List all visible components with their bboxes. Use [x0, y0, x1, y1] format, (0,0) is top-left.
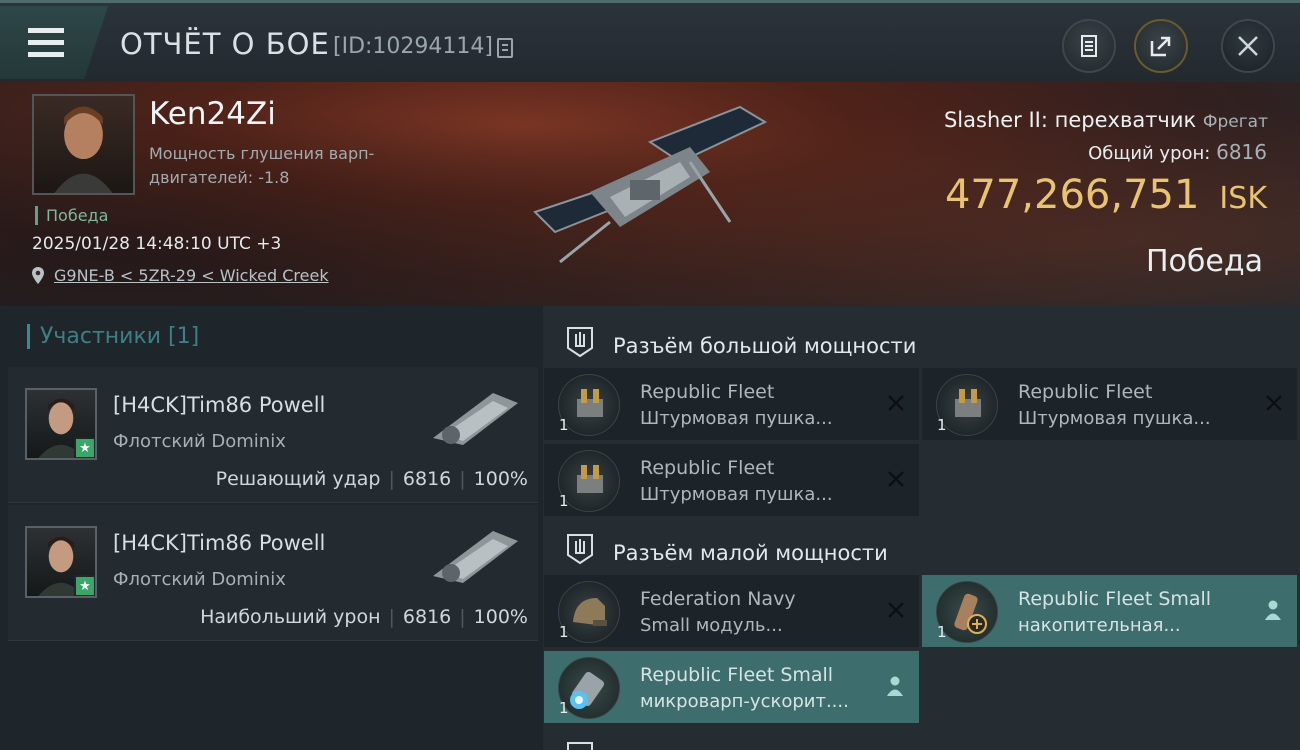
close-icon	[1238, 36, 1258, 56]
dropped-person-icon	[1265, 600, 1281, 620]
module-qty: 1	[559, 699, 569, 717]
result-badge: Победа	[35, 206, 108, 225]
kill-location[interactable]: G9NE-B < 5ZR-29 < Wicked Creek	[32, 266, 329, 285]
ship-render	[533, 105, 768, 264]
module-qty: 1	[937, 416, 947, 434]
close-button[interactable]	[1221, 19, 1275, 73]
result-label: Победа	[1146, 244, 1263, 279]
dominix-ship-icon	[433, 393, 518, 445]
module-name: Republic Fleet Small	[640, 664, 834, 686]
high-slot-icon	[567, 327, 593, 358]
hamburger-icon	[28, 28, 64, 64]
destroyed-x-icon	[888, 602, 904, 618]
participant-percent: 100%	[473, 468, 528, 490]
participant-card[interactable]: ★ [H4CK]Tim86 Powell Флотский Dominix На…	[8, 505, 538, 641]
participant-name: [H4CK]Tim86 Powell	[113, 531, 326, 555]
total-damage-label: Общий урон:	[1088, 143, 1211, 164]
module-item[interactable]: 1 Federation Navy Small модуль...	[544, 575, 919, 647]
total-damage-value: 6816	[1216, 140, 1267, 164]
participant-name: [H4CK]Tim86 Powell	[113, 393, 326, 417]
participant-stats: Наибольший урон | 6816 | 100%	[200, 606, 528, 628]
participant-ship: Флотский Dominix	[113, 569, 286, 590]
participants-panel: Участники [1] ★ [H4CK]Tim86 Powell Флотс…	[0, 306, 543, 750]
participant-role: Решающий удар	[215, 468, 381, 490]
kill-timestamp: 2025/01/28 14:48:10 UTC +3	[32, 234, 282, 254]
next-slot-header	[543, 731, 1300, 750]
participant-percent: 100%	[473, 606, 528, 628]
page-title: ОТЧЁТ О БОЕ	[120, 27, 330, 61]
low-slot-header: Разъём малой мощности	[543, 520, 1300, 576]
location-pin-icon	[32, 267, 44, 284]
module-type: микроварп-ускорит....	[640, 691, 849, 712]
star-icon: ★	[74, 575, 95, 596]
destroyed-x-icon	[888, 471, 904, 487]
share-button[interactable]	[1134, 19, 1188, 73]
module-qty: 1	[559, 416, 569, 434]
module-type: Штурмовая пушка...	[1018, 408, 1211, 429]
dropped-person-icon	[887, 676, 903, 696]
ship-class: Фрегат	[1202, 112, 1268, 132]
high-slot-title: Разъём большой мощности	[613, 334, 917, 358]
star-icon: ★	[74, 437, 95, 458]
report-button[interactable]	[1062, 19, 1116, 73]
participant-card[interactable]: ★ [H4CK]Tim86 Powell Флотский Dominix Ре…	[8, 367, 538, 503]
module-item[interactable]: 1 Republic Fleet Small накопительная...	[922, 575, 1297, 647]
share-icon	[1150, 36, 1171, 57]
document-icon	[1081, 35, 1097, 57]
copy-icon[interactable]	[497, 38, 513, 58]
module-qty: 1	[937, 623, 947, 641]
module-item[interactable]: 1 Republic Fleet Штурмовая пушка...	[922, 368, 1297, 440]
module-name: Republic Fleet Small	[1018, 588, 1212, 610]
module-item[interactable]: 1 Republic Fleet Штурмовая пушка...	[544, 368, 919, 440]
module-name: Republic Fleet	[1018, 381, 1153, 403]
ship-name: Slasher II: перехватчик	[943, 108, 1197, 132]
report-id: [ID:10294114]	[333, 34, 493, 59]
participant-role: Наибольший урон	[200, 606, 381, 628]
module-item[interactable]: 1 Republic Fleet Small микроварп-ускорит…	[544, 651, 919, 723]
victim-ship: Slasher II: перехватчик Фрегат	[944, 108, 1268, 132]
slot-icon	[567, 742, 593, 750]
isk-unit: ISK	[1219, 181, 1267, 216]
participants-title: Участники [1]	[27, 324, 199, 349]
victim-portrait[interactable]	[32, 94, 135, 195]
module-name: Republic Fleet	[640, 457, 775, 479]
participant-portrait: ★	[25, 526, 97, 598]
module-type: накопительная...	[1018, 615, 1181, 636]
participant-ship: Флотский Dominix	[113, 431, 286, 452]
destroyed-x-icon	[1266, 395, 1282, 411]
low-slot-title: Разъём малой мощности	[613, 541, 888, 565]
victim-name: Ken24Zi	[149, 96, 276, 132]
location-link[interactable]: G9NE-B < 5ZR-29 < Wicked Creek	[54, 266, 329, 285]
fitting-panel: Разъём большой мощности 1 Republic Fleet…	[543, 306, 1300, 750]
module-name: Federation Navy	[640, 588, 796, 610]
high-slot-header: Разъём большой мощности	[543, 313, 1300, 369]
participant-damage: 6816	[402, 468, 452, 490]
module-item[interactable]: 1 Republic Fleet Штурмовая пушка...	[544, 444, 919, 516]
participant-portrait: ★	[25, 388, 97, 460]
dominix-ship-icon	[433, 531, 518, 583]
isk-value: 477,266,751 ISK	[945, 172, 1267, 218]
destroyed-x-icon	[888, 395, 904, 411]
participant-damage: 6816	[402, 606, 452, 628]
participant-stats: Решающий удар | 6816 | 100%	[215, 468, 528, 490]
menu-button[interactable]	[0, 6, 108, 79]
module-type: Small модуль...	[640, 615, 783, 636]
module-name: Republic Fleet	[640, 381, 775, 403]
module-type: Штурмовая пушка...	[640, 484, 833, 505]
module-qty: 1	[559, 492, 569, 510]
total-damage: Общий урон: 6816	[1088, 140, 1267, 164]
killmail-summary: Ken24Zi Мощность глушения варп-двигателе…	[0, 82, 1300, 306]
victim-stat: Мощность глушения варп-двигателей: -1.8	[149, 144, 375, 187]
module-qty: 1	[559, 623, 569, 641]
low-slot-icon	[567, 534, 593, 565]
isk-amount: 477,266,751	[944, 172, 1200, 218]
top-bar: ОТЧЁТ О БОЕ [ID:10294114]	[0, 0, 1300, 82]
module-type: Штурмовая пушка...	[640, 408, 833, 429]
